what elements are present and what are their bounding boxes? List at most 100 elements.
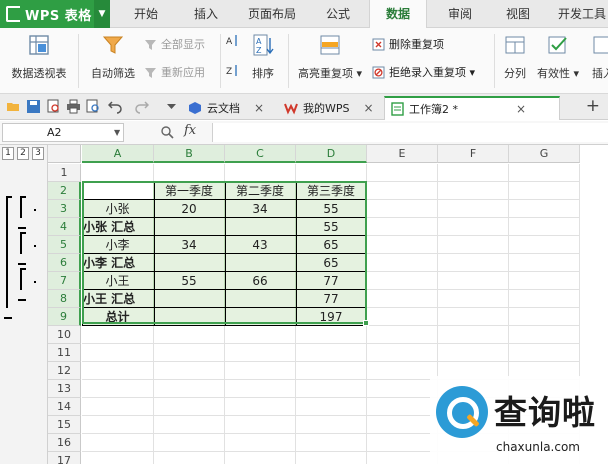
fill-handle[interactable] (363, 320, 369, 326)
cell-d7[interactable]: 77 (296, 272, 367, 290)
cell-d6[interactable]: 65 (296, 254, 367, 272)
cell-g7[interactable] (509, 272, 580, 290)
cell-d3[interactable]: 55 (296, 200, 367, 218)
cell-a10[interactable] (82, 326, 154, 344)
cell-c11[interactable] (225, 344, 296, 362)
cell-e8[interactable] (367, 290, 438, 308)
close-icon[interactable]: × (516, 102, 526, 116)
column-header-c[interactable]: C (225, 145, 296, 163)
cell-d1[interactable] (296, 164, 367, 182)
cell-d9[interactable]: 197 (296, 308, 367, 326)
cell-c12[interactable] (225, 362, 296, 380)
delete-duplicates-button[interactable]: 删除重复项 (372, 36, 444, 52)
cell-f6[interactable] (438, 254, 509, 272)
cell-g8[interactable] (509, 290, 580, 308)
cell-e2[interactable] (367, 182, 438, 200)
cell-c4[interactable] (225, 218, 296, 236)
cell-d17[interactable] (296, 452, 367, 464)
cell-e4[interactable] (367, 218, 438, 236)
cell-b5[interactable]: 34 (154, 236, 225, 254)
cell-f5[interactable] (438, 236, 509, 254)
cell-a6[interactable]: 小李 汇总 (82, 254, 154, 272)
print-icon[interactable] (66, 99, 81, 114)
cell-e14[interactable] (367, 398, 438, 416)
cell-b15[interactable] (154, 416, 225, 434)
new-tab-button[interactable]: + (586, 97, 600, 115)
find-icon[interactable] (86, 99, 101, 114)
cell-g5[interactable] (509, 236, 580, 254)
cell-f7[interactable] (438, 272, 509, 290)
row-header-1[interactable]: 1 (48, 164, 81, 182)
row-header-9[interactable]: 9 (48, 308, 81, 326)
cell-a11[interactable] (82, 344, 154, 362)
cell-a5[interactable]: 小李 (82, 236, 154, 254)
cell-a4[interactable]: 小张 汇总 (82, 218, 154, 236)
cell-g6[interactable] (509, 254, 580, 272)
row-header-16[interactable]: 16 (48, 434, 81, 452)
column-header-a[interactable]: A (82, 145, 154, 163)
outline-collapse-button[interactable] (4, 317, 12, 319)
column-header-f[interactable]: F (438, 145, 509, 163)
cell-f3[interactable] (438, 200, 509, 218)
cell-b1[interactable] (154, 164, 225, 182)
cell-a3[interactable]: 小张 (82, 200, 154, 218)
cell-a2[interactable] (82, 182, 154, 200)
print-preview-icon[interactable] (46, 99, 61, 114)
pivot-table-button[interactable]: 数据透视表 (8, 32, 70, 81)
insert-dropdown-button[interactable]: 插入 (588, 32, 608, 81)
cell-e6[interactable] (367, 254, 438, 272)
cell-e16[interactable] (367, 434, 438, 452)
cell-c7[interactable]: 66 (225, 272, 296, 290)
cell-d12[interactable] (296, 362, 367, 380)
cell-c15[interactable] (225, 416, 296, 434)
app-menu-button[interactable]: WPS 表格 ▼ (0, 0, 110, 28)
cell-a12[interactable] (82, 362, 154, 380)
cell-f2[interactable] (438, 182, 509, 200)
tab-developer[interactable]: 开发工具 (552, 0, 608, 28)
tab-view[interactable]: 视图 (494, 0, 542, 28)
cell-b8[interactable] (154, 290, 225, 308)
outline-collapse-button[interactable] (18, 299, 26, 301)
sort-ascending-button[interactable]: A (226, 34, 243, 47)
sort-descending-button[interactable]: Z (226, 64, 243, 77)
row-header-2[interactable]: 2 (48, 182, 81, 200)
cell-c2[interactable]: 第二季度 (225, 182, 296, 200)
reapply-button[interactable]: 重新应用 (144, 64, 205, 80)
cell-g1[interactable] (509, 164, 580, 182)
cell-d14[interactable] (296, 398, 367, 416)
column-header-g[interactable]: G (509, 145, 580, 163)
cell-f9[interactable] (438, 308, 509, 326)
row-header-12[interactable]: 12 (48, 362, 81, 380)
redo-icon[interactable] (134, 99, 149, 114)
row-header-10[interactable]: 10 (48, 326, 81, 344)
customize-arrow-icon[interactable] (164, 99, 179, 114)
open-folder-icon[interactable] (6, 99, 21, 114)
zoom-icon[interactable] (160, 125, 174, 139)
cell-f8[interactable] (438, 290, 509, 308)
cell-d5[interactable]: 65 (296, 236, 367, 254)
outline-level-1-button[interactable]: 1 (2, 147, 14, 160)
cell-b16[interactable] (154, 434, 225, 452)
cell-d8[interactable]: 77 (296, 290, 367, 308)
cell-f4[interactable] (438, 218, 509, 236)
cell-e3[interactable] (367, 200, 438, 218)
reject-duplicates-button[interactable]: 拒绝录入重复项 ▾ (372, 64, 475, 80)
cell-a13[interactable] (82, 380, 154, 398)
tab-insert[interactable]: 插入 (182, 0, 230, 28)
formula-input[interactable] (212, 123, 608, 142)
cell-a8[interactable]: 小王 汇总 (82, 290, 154, 308)
cell-b7[interactable]: 55 (154, 272, 225, 290)
cell-e13[interactable] (367, 380, 438, 398)
cell-g3[interactable] (509, 200, 580, 218)
undo-icon[interactable] (108, 99, 123, 114)
cell-d10[interactable] (296, 326, 367, 344)
cell-a17[interactable] (82, 452, 154, 464)
cell-b14[interactable] (154, 398, 225, 416)
cell-b13[interactable] (154, 380, 225, 398)
highlight-duplicates-button[interactable]: 高亮重复项 ▾ (294, 32, 366, 81)
cell-b12[interactable] (154, 362, 225, 380)
sort-button[interactable]: A Z 排序 (246, 32, 280, 81)
row-header-11[interactable]: 11 (48, 344, 81, 362)
cell-c8[interactable] (225, 290, 296, 308)
validation-button[interactable]: 有效性 ▾ (536, 32, 580, 81)
